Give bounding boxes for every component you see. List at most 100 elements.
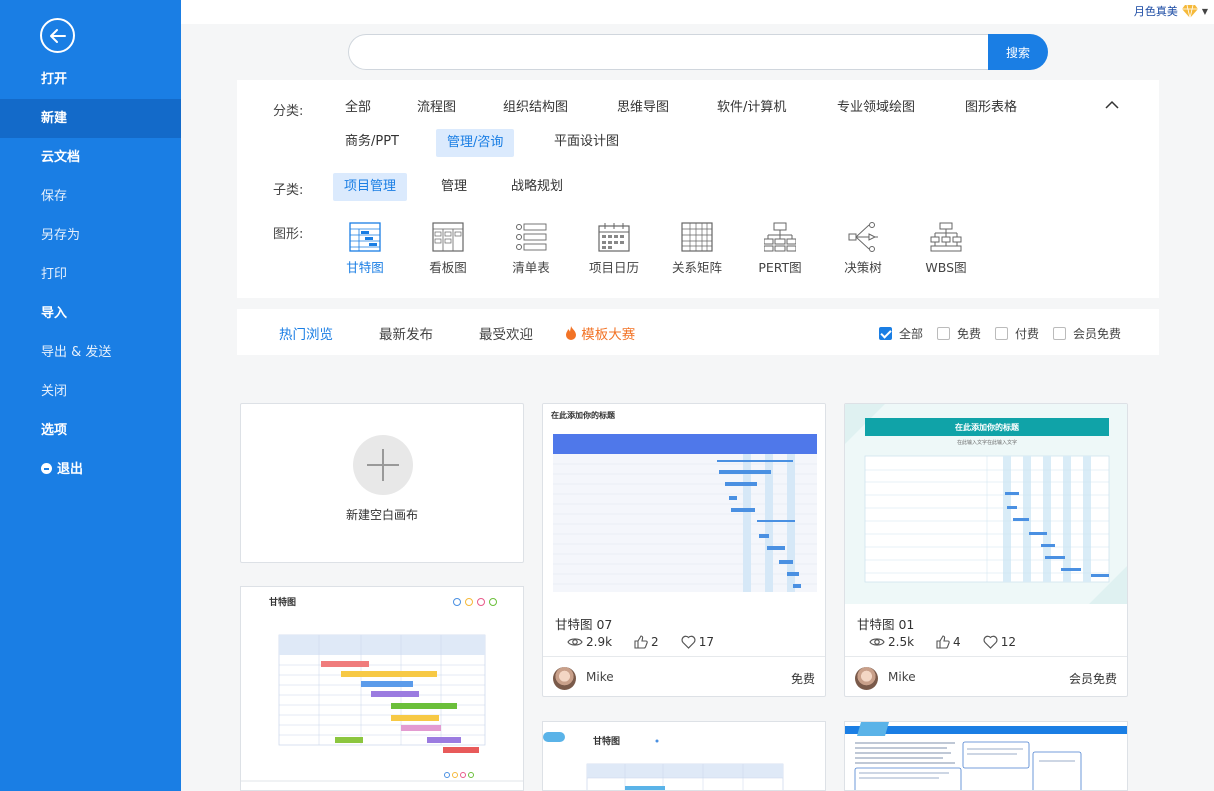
category-management[interactable]: 管理/咨询 bbox=[436, 129, 515, 157]
shape-pert[interactable]: PERT图 bbox=[745, 222, 815, 276]
template-card[interactable]: 甘特图 bbox=[542, 721, 826, 791]
sidebar-item-save[interactable]: 保存 bbox=[0, 177, 181, 216]
sidebar-item-print[interactable]: 打印 bbox=[0, 255, 181, 294]
tab-template-contest[interactable]: 模板大赛 bbox=[565, 323, 635, 343]
category-mindmap[interactable]: 思维导图 bbox=[606, 94, 680, 122]
sidebar-item-options[interactable]: 选项 bbox=[0, 411, 181, 450]
favorites-stat[interactable]: 17 bbox=[681, 635, 714, 649]
plus-icon bbox=[353, 435, 413, 495]
kanban-icon bbox=[432, 222, 464, 252]
likes-stat[interactable]: 4 bbox=[936, 635, 961, 649]
check-member-free[interactable]: 会员免费 bbox=[1052, 325, 1121, 342]
search-input[interactable] bbox=[348, 34, 989, 70]
template-card[interactable]: 在此添加你的标题 在此输入文字在此输入文字 甘特图 01 2.5k 4 12 M… bbox=[844, 403, 1128, 697]
document-preview-image bbox=[845, 722, 1127, 790]
calendar-icon bbox=[598, 223, 630, 252]
sidebar-item-export-send[interactable]: 导出 & 发送 bbox=[0, 333, 181, 372]
category-org-chart[interactable]: 组织结构图 bbox=[492, 94, 579, 122]
heart-icon bbox=[983, 635, 998, 649]
user-menu[interactable]: 月色真美 ▼ bbox=[1134, 3, 1208, 19]
template-stats: 2.9k 2 17 bbox=[567, 635, 736, 649]
sidebar: 打开 新建 云文档 保存 另存为 打印 导入 导出 & 发送 关闭 选项 退出 bbox=[0, 0, 181, 791]
vip-diamond-icon bbox=[1181, 4, 1198, 18]
shape-kanban[interactable]: 看板图 bbox=[413, 222, 483, 276]
subcategory-strategy[interactable]: 战略规划 bbox=[500, 173, 574, 201]
likes-stat[interactable]: 2 bbox=[634, 635, 659, 649]
chevron-up-icon[interactable] bbox=[1105, 98, 1119, 112]
tab-template-contest-label: 模板大赛 bbox=[581, 327, 636, 343]
author-name[interactable]: Mike bbox=[888, 670, 916, 684]
gantt-preview-image: 在此添加你的标题 bbox=[551, 410, 817, 592]
shape-kanban-label: 看板图 bbox=[429, 260, 467, 275]
shape-decision-tree[interactable]: 决策树 bbox=[828, 222, 898, 276]
gantt-preview-image: 在此添加你的标题 在此输入文字在此输入文字 bbox=[845, 404, 1127, 604]
check-all[interactable]: 全部 bbox=[878, 325, 923, 342]
category-professional[interactable]: 专业领域绘图 bbox=[826, 94, 926, 122]
fire-icon bbox=[566, 326, 576, 340]
subcategory-label: 子类: bbox=[273, 183, 304, 198]
category-business-ppt[interactable]: 商务/PPT bbox=[334, 128, 410, 156]
wbs-icon bbox=[930, 222, 962, 252]
author-name[interactable]: Mike bbox=[586, 670, 614, 684]
checkbox[interactable] bbox=[936, 327, 950, 340]
new-blank-canvas-card[interactable]: 新建空白画布 bbox=[240, 403, 524, 563]
category-graphic-design[interactable]: 平面设计图 bbox=[543, 128, 630, 156]
check-member-free-label: 会员免费 bbox=[1072, 327, 1121, 341]
sidebar-item-open[interactable]: 打开 bbox=[0, 60, 181, 99]
sidebar-item-exit[interactable]: 退出 bbox=[0, 450, 181, 489]
views-count: 2.5k bbox=[888, 635, 915, 649]
tab-latest[interactable]: 最新发布 bbox=[379, 323, 433, 343]
category-graphic-table[interactable]: 图形表格 bbox=[954, 94, 1028, 122]
sidebar-item-import[interactable]: 导入 bbox=[0, 294, 181, 333]
check-free[interactable]: 免费 bbox=[936, 325, 981, 342]
thumbs-up-icon bbox=[936, 635, 950, 649]
sidebar-item-close[interactable]: 关闭 bbox=[0, 372, 181, 411]
shape-checklist[interactable]: 清单表 bbox=[496, 222, 566, 276]
subcategory-project-management[interactable]: 项目管理 bbox=[333, 173, 408, 201]
user-name: 月色真美 bbox=[1133, 5, 1178, 18]
eye-icon bbox=[869, 638, 885, 646]
gantt-preview-image: 甘特图 bbox=[543, 732, 784, 790]
category-software[interactable]: 软件/计算机 bbox=[706, 94, 797, 122]
sidebar-item-cloud-docs[interactable]: 云文档 bbox=[0, 138, 181, 177]
sidebar-item-save-as[interactable]: 另存为 bbox=[0, 216, 181, 255]
shape-project-calendar-label: 项目日历 bbox=[588, 260, 639, 275]
category-all[interactable]: 全部 bbox=[334, 94, 382, 122]
shape-gantt[interactable]: 甘特图 bbox=[330, 222, 400, 276]
search-button[interactable]: 搜索 bbox=[988, 34, 1048, 70]
sidebar-item-new[interactable]: 新建 bbox=[0, 99, 181, 138]
tab-hot[interactable]: 热门浏览 bbox=[279, 323, 333, 343]
checkbox[interactable] bbox=[878, 327, 892, 340]
template-name: 甘特图 01 bbox=[857, 617, 915, 632]
thumb-subtitle: 在此输入文字在此输入文字 bbox=[957, 439, 1017, 446]
shape-relation-matrix-label: 关系矩阵 bbox=[671, 260, 722, 275]
checklist-icon bbox=[516, 223, 547, 251]
chevron-down-icon: ▼ bbox=[1201, 6, 1208, 16]
favorites-stat[interactable]: 12 bbox=[983, 635, 1016, 649]
check-free-label: 免费 bbox=[956, 327, 981, 341]
subcategory-management[interactable]: 管理 bbox=[430, 173, 478, 201]
eye-icon bbox=[567, 638, 583, 646]
template-card[interactable]: 在此添加你的标题 甘特图 07 2.9k 2 17 Mike 免费 bbox=[542, 403, 826, 697]
tab-popular[interactable]: 最受欢迎 bbox=[479, 323, 533, 343]
template-card[interactable]: 甘特图 bbox=[240, 586, 524, 791]
shape-project-calendar[interactable]: 项目日历 bbox=[579, 222, 649, 276]
avatar[interactable] bbox=[553, 667, 576, 690]
checkbox[interactable] bbox=[1052, 327, 1066, 340]
thumbs-up-icon bbox=[634, 635, 648, 649]
pert-chart-icon bbox=[764, 222, 796, 252]
back-button[interactable] bbox=[40, 18, 75, 53]
price-filter: 全部 免费 付费 会员免费 bbox=[873, 325, 1121, 342]
category-flowchart[interactable]: 流程图 bbox=[406, 94, 467, 122]
minus-circle-icon bbox=[41, 463, 52, 474]
favorites-count: 12 bbox=[1000, 635, 1016, 649]
template-card[interactable] bbox=[844, 721, 1128, 791]
thumb-title: 在此添加你的标题 bbox=[955, 422, 1020, 432]
template-footer: Mike 免费 bbox=[543, 656, 825, 696]
avatar[interactable] bbox=[855, 667, 878, 690]
check-paid[interactable]: 付费 bbox=[994, 325, 1039, 342]
template-thumbnail: 在此添加你的标题 bbox=[543, 404, 825, 604]
checkbox[interactable] bbox=[994, 327, 1008, 340]
shape-wbs[interactable]: WBS图 bbox=[911, 222, 981, 276]
shape-relation-matrix[interactable]: 关系矩阵 bbox=[662, 222, 732, 276]
